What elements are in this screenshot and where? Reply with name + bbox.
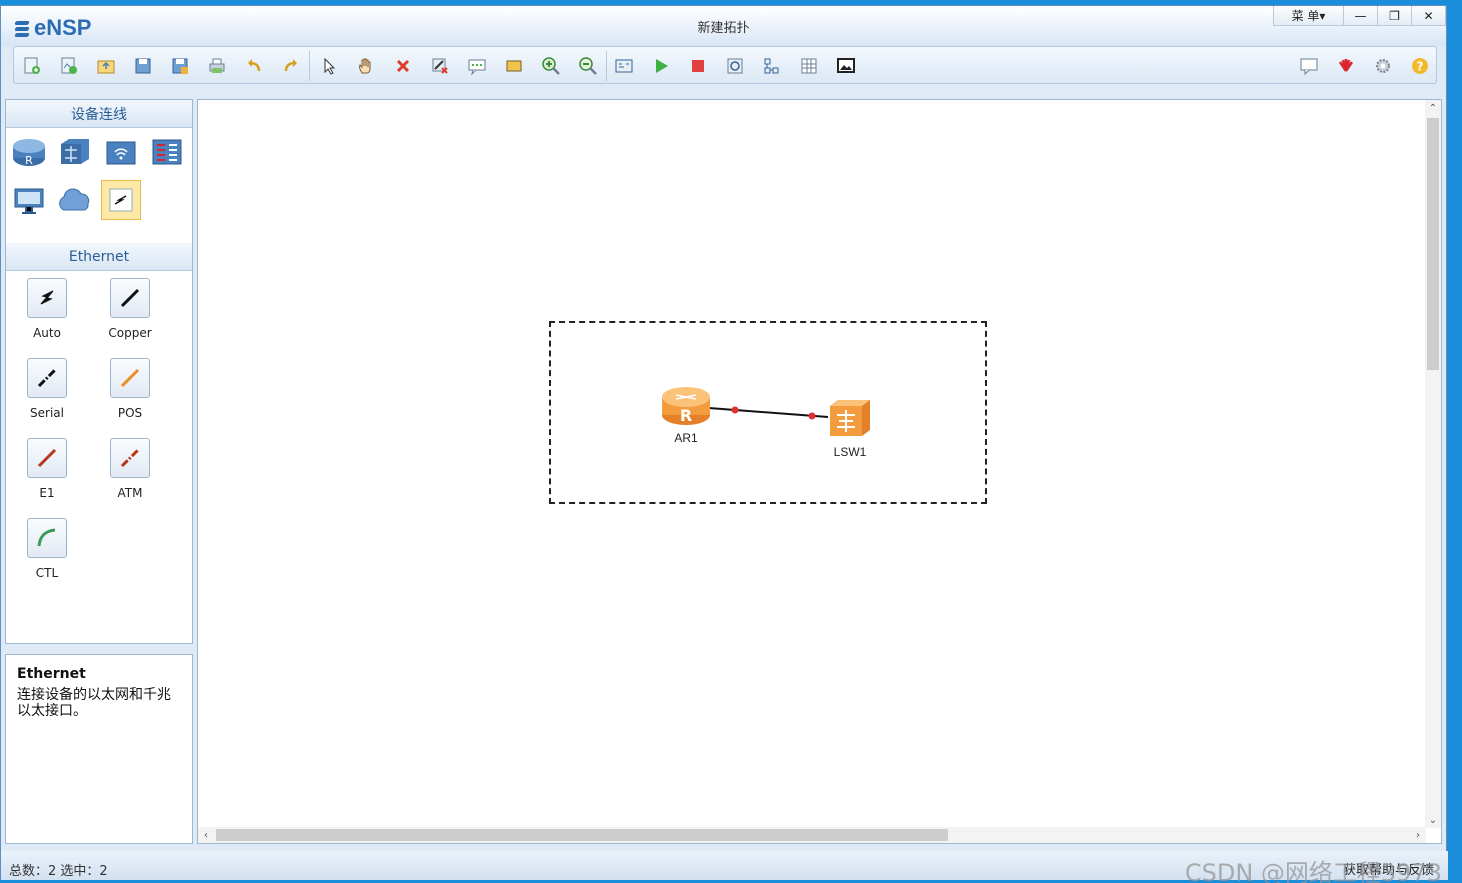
cable-ctl[interactable]: CTL bbox=[12, 518, 82, 592]
cable-copper-icon bbox=[110, 278, 150, 318]
svg-text:?: ? bbox=[1417, 60, 1424, 74]
window-controls: 菜 单▾ — ❐ ✕ bbox=[1273, 6, 1446, 26]
info-description: 连接设备的以太网和千兆以太接口。 bbox=[17, 687, 171, 719]
svg-text:R: R bbox=[680, 406, 692, 425]
cable-atm-icon bbox=[110, 438, 150, 478]
connections-category-icon[interactable] bbox=[101, 180, 141, 220]
device-ar1[interactable]: R AR1 bbox=[660, 383, 712, 445]
cable-copper-label: Copper bbox=[108, 326, 152, 340]
select-pointer-icon[interactable] bbox=[317, 54, 341, 78]
cable-atm[interactable]: ATM bbox=[95, 438, 165, 512]
selection-box bbox=[549, 321, 987, 504]
wlan-category-icon[interactable] bbox=[101, 132, 141, 172]
topology-canvas[interactable]: R AR1 LSW1 ⌃ ⌄ ‹ › bbox=[197, 99, 1442, 844]
delete-all-links-icon[interactable] bbox=[428, 54, 452, 78]
text-annotation-icon[interactable] bbox=[465, 54, 489, 78]
palette-icon[interactable] bbox=[502, 54, 526, 78]
huawei-icon[interactable] bbox=[1334, 54, 1358, 78]
close-button[interactable]: ✕ bbox=[1412, 6, 1446, 26]
app-window: eNSP 新建拓扑 菜 单▾ — ❐ ✕ ? 设备连线 R Ethernet A… bbox=[0, 5, 1448, 883]
maximize-button[interactable]: ❐ bbox=[1378, 6, 1412, 26]
cable-ctl-icon bbox=[27, 518, 67, 558]
grid-icon[interactable] bbox=[797, 54, 821, 78]
scroll-up-icon[interactable]: ⌃ bbox=[1425, 100, 1441, 116]
undo-icon[interactable] bbox=[242, 54, 266, 78]
scroll-down-icon[interactable]: ⌄ bbox=[1425, 812, 1441, 828]
device-lsw1[interactable]: LSW1 bbox=[824, 397, 876, 459]
main-toolbar: ? bbox=[13, 46, 1437, 84]
print-icon[interactable] bbox=[205, 54, 229, 78]
stop-device-icon[interactable] bbox=[686, 54, 710, 78]
ethernet-header: Ethernet bbox=[6, 243, 192, 271]
cable-pos-label: POS bbox=[117, 406, 143, 420]
new-from-template-icon[interactable] bbox=[57, 54, 81, 78]
cable-e1-icon bbox=[27, 438, 67, 478]
vertical-scroll-thumb[interactable] bbox=[1427, 118, 1439, 370]
cable-copper[interactable]: Copper bbox=[95, 278, 165, 352]
device-panel-header: 设备连线 bbox=[6, 100, 192, 128]
status-bar: 总数：2 选中：2 获取帮助与反馈 CSDN @网络工程3973 bbox=[1, 851, 1448, 883]
chat-icon[interactable] bbox=[1297, 54, 1321, 78]
device-label-lsw1: LSW1 bbox=[833, 445, 867, 459]
firewall-category-icon[interactable] bbox=[147, 132, 187, 172]
info-panel: Ethernet 连接设备的以太网和千兆以太接口。 bbox=[5, 654, 193, 844]
new-topology-icon[interactable] bbox=[20, 54, 44, 78]
pan-hand-icon[interactable] bbox=[354, 54, 378, 78]
info-title: Ethernet bbox=[17, 666, 86, 682]
switch-category-icon[interactable] bbox=[55, 132, 95, 172]
cable-atm-label: ATM bbox=[117, 486, 143, 500]
open-icon[interactable] bbox=[94, 54, 118, 78]
window-title: 新建拓扑 bbox=[697, 21, 750, 36]
minimize-button[interactable]: — bbox=[1344, 6, 1378, 26]
horizontal-scrollbar[interactable]: ‹ › bbox=[198, 827, 1426, 843]
cable-auto-label: Auto bbox=[33, 326, 61, 340]
screen-capture-icon[interactable] bbox=[834, 54, 858, 78]
device-panel: 设备连线 R Ethernet Auto Copper Serial POS E… bbox=[5, 99, 193, 644]
capture-data-icon[interactable] bbox=[723, 54, 747, 78]
scroll-left-icon[interactable]: ‹ bbox=[198, 827, 214, 843]
cable-ctl-label: CTL bbox=[35, 566, 59, 580]
toolbar-separator bbox=[606, 51, 607, 81]
save-icon[interactable] bbox=[131, 54, 155, 78]
settings-gear-icon[interactable] bbox=[1371, 54, 1395, 78]
cable-serial[interactable]: Serial bbox=[12, 358, 82, 432]
watermark: CSDN @网络工程3973 bbox=[1184, 859, 1442, 883]
status-count: 总数：2 选中：2 bbox=[9, 864, 108, 879]
help-icon[interactable]: ? bbox=[1408, 54, 1432, 78]
title-bar: eNSP 新建拓扑 菜 单▾ — ❐ ✕ bbox=[1, 6, 1446, 46]
topology-tree-icon[interactable] bbox=[760, 54, 784, 78]
redo-icon[interactable] bbox=[279, 54, 303, 78]
svg-text:R: R bbox=[25, 154, 33, 167]
cable-auto[interactable]: Auto bbox=[12, 278, 82, 352]
router-category-icon[interactable]: R bbox=[9, 132, 49, 172]
cable-serial-label: Serial bbox=[30, 406, 64, 420]
start-device-icon[interactable] bbox=[649, 54, 673, 78]
cable-e1-label: E1 bbox=[39, 486, 55, 500]
cable-pos-icon bbox=[110, 358, 150, 398]
delete-icon[interactable] bbox=[391, 54, 415, 78]
scroll-right-icon[interactable]: › bbox=[1410, 827, 1426, 843]
cable-serial-icon bbox=[27, 358, 67, 398]
save-as-icon[interactable] bbox=[168, 54, 192, 78]
cable-auto-icon bbox=[27, 278, 67, 318]
cable-pos[interactable]: POS bbox=[95, 358, 165, 432]
zoom-in-icon[interactable] bbox=[539, 54, 563, 78]
zoom-fit-icon[interactable] bbox=[576, 54, 600, 78]
menu-button[interactable]: 菜 单▾ bbox=[1274, 6, 1344, 26]
cloud-category-icon[interactable] bbox=[55, 181, 95, 221]
device-label-ar1: AR1 bbox=[674, 431, 698, 445]
horizontal-scroll-thumb[interactable] bbox=[216, 829, 948, 841]
vertical-scrollbar[interactable]: ⌃ ⌄ bbox=[1425, 100, 1441, 828]
switch-icon bbox=[830, 400, 870, 436]
router-icon: R bbox=[662, 387, 710, 425]
cable-e1[interactable]: E1 bbox=[12, 438, 82, 512]
toolbar-separator bbox=[309, 51, 310, 81]
terminal-category-icon[interactable] bbox=[9, 181, 49, 221]
command-line-icon[interactable] bbox=[612, 54, 636, 78]
